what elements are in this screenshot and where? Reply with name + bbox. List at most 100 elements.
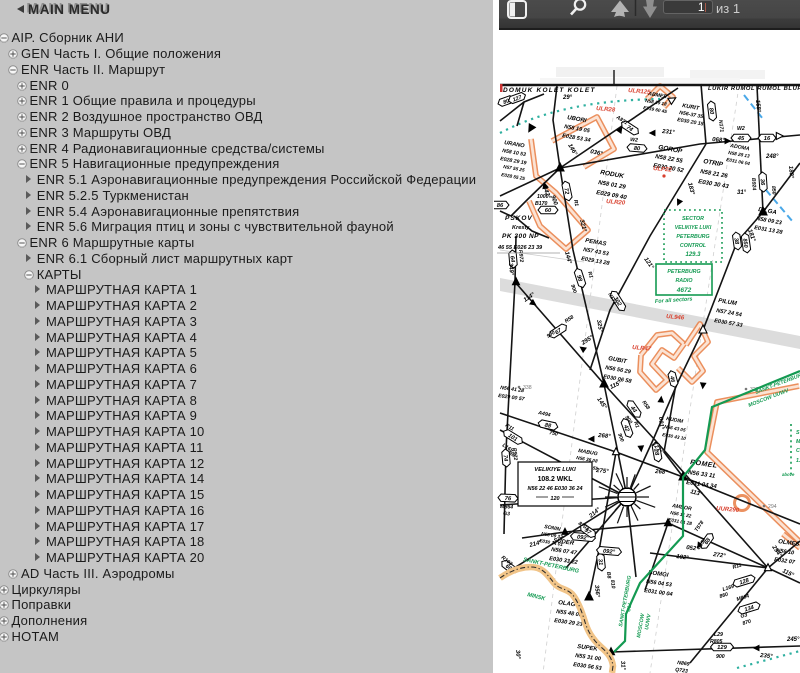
svg-text:750: 750: [549, 430, 559, 438]
svg-text:349°: 349°: [507, 263, 514, 276]
svg-text:60: 60: [545, 208, 552, 214]
svg-text:E029 13 28: E029 13 28: [581, 256, 611, 267]
svg-text:GOROP: GOROP: [658, 144, 684, 155]
svg-text:325°: 325°: [595, 319, 603, 333]
svg-text:S: S: [796, 430, 800, 436]
svg-text:B170: B170: [535, 201, 548, 207]
svg-text:ULR28: ULR28: [596, 106, 616, 114]
svg-text:M864: M864: [500, 504, 513, 511]
svg-text:860: 860: [719, 592, 729, 600]
svg-text:900: 900: [616, 433, 625, 443]
svg-text:338: 338: [523, 385, 532, 391]
svg-text:VELIKIYE LUKI: VELIKIYE LUKI: [534, 467, 576, 473]
svg-text:R1: R1: [632, 421, 640, 429]
svg-text:VELIKIYE LUKI: VELIKIYE LUKI: [675, 225, 712, 231]
svg-text:850: 850: [741, 238, 748, 248]
svg-text:Q723: Q723: [675, 667, 689, 673]
svg-text:810: 810: [609, 580, 616, 589]
svg-text:CONTROL: CONTROL: [680, 243, 706, 249]
svg-text:30°: 30°: [514, 650, 521, 660]
svg-text:DOMUK KOLET KOLET: DOMUK KOLET KOLET: [503, 87, 596, 94]
svg-text:For all sectors: For all sectors: [655, 296, 693, 305]
svg-text:145°: 145°: [595, 397, 607, 411]
svg-text:RADIO: RADIO: [675, 278, 693, 284]
svg-text:R972: R972: [511, 448, 518, 461]
svg-text:1.: 1.: [796, 458, 800, 464]
svg-text:ULR125: ULR125: [628, 88, 651, 96]
svg-text:ULR47: ULR47: [632, 345, 652, 353]
svg-text:N171: N171: [717, 120, 724, 133]
svg-text:76: 76: [505, 496, 513, 502]
svg-text:248°: 248°: [765, 154, 779, 160]
svg-text:M864: M864: [736, 593, 750, 603]
svg-text:16: 16: [764, 136, 771, 142]
svg-text:R972: R972: [517, 250, 524, 263]
svg-text:UBORI: UBORI: [567, 115, 587, 124]
svg-text:245°: 245°: [786, 637, 800, 643]
svg-text:158°: 158°: [754, 100, 761, 113]
svg-text:ULL: ULL: [626, 601, 634, 612]
svg-text:L29: L29: [714, 632, 723, 638]
svg-text:R58: R58: [564, 314, 575, 324]
svg-text:C: C: [796, 448, 800, 454]
svg-text:E032 07: E032 07: [774, 557, 796, 566]
svg-text:113°: 113°: [689, 489, 703, 498]
svg-text:268°: 268°: [654, 469, 668, 476]
svg-text:PETERBURG: PETERBURG: [667, 269, 700, 275]
svg-text:N58 21 26: N58 21 26: [700, 169, 729, 180]
svg-text:86: 86: [497, 203, 504, 209]
svg-text:PILUM: PILUM: [718, 298, 738, 307]
svg-text:L169: L169: [722, 584, 735, 593]
svg-text:E030 29 23: E030 29 23: [554, 618, 584, 628]
svg-text:102°: 102°: [676, 554, 690, 562]
svg-text:144°: 144°: [563, 251, 572, 265]
svg-text:45: 45: [737, 136, 745, 142]
svg-text:A494: A494: [537, 410, 551, 419]
svg-text:E031 13 28: E031 13 28: [754, 225, 784, 236]
svg-text:180°: 180°: [787, 166, 794, 179]
svg-text:N56 07 47: N56 07 47: [551, 547, 578, 557]
svg-text:B924: B924: [750, 178, 757, 191]
svg-text:N55 31 00: N55 31 00: [575, 653, 602, 663]
svg-text:31°: 31°: [619, 661, 626, 671]
svg-text:36: 36: [759, 179, 765, 187]
svg-text:MINSK: MINSK: [527, 592, 547, 602]
svg-text:31: 31: [596, 559, 603, 566]
svg-text:N56 22 46 E030 36 24: N56 22 46 E030 36 24: [527, 486, 582, 492]
svg-text:321°: 321°: [578, 219, 587, 233]
svg-text:GUBIT: GUBIT: [608, 356, 629, 365]
svg-text:N56 04 53: N56 04 53: [646, 579, 673, 589]
svg-text:R11: R11: [732, 562, 743, 570]
svg-text:235°: 235°: [759, 653, 773, 660]
svg-text:B8: B8: [605, 572, 612, 579]
svg-text:E028 55 25: E028 55 25: [501, 172, 526, 181]
svg-text:N57 24 54: N57 24 54: [716, 308, 743, 319]
svg-text:092°: 092°: [603, 549, 616, 556]
svg-text:294: 294: [768, 504, 777, 510]
svg-text:183°: 183°: [686, 182, 695, 196]
svg-text:N58 01 29: N58 01 29: [598, 180, 627, 191]
svg-text:46 55 E026 23 39: 46 55 E026 23 39: [497, 245, 543, 251]
svg-text:M: M: [796, 439, 800, 445]
svg-text:121°: 121°: [642, 257, 654, 271]
svg-text:29°: 29°: [562, 95, 573, 101]
svg-text:LUKIR RUMOL RUMOL BLUFA: LUKIR RUMOL RUMOL BLUFA: [708, 86, 800, 92]
svg-text:870: 870: [742, 619, 752, 627]
svg-text:108.2 WKL: 108.2 WKL: [538, 476, 573, 483]
svg-text:R1: R1: [572, 199, 579, 207]
svg-text:E030 30 43: E030 30 43: [698, 179, 730, 190]
svg-text:G3: G3: [503, 511, 510, 517]
svg-text:PEMAS: PEMAS: [585, 238, 607, 248]
svg-text:T578: T578: [694, 520, 706, 533]
svg-text:129: 129: [717, 645, 727, 651]
svg-text:146°: 146°: [566, 143, 578, 157]
svg-text:SECTOR: SECTOR: [682, 216, 704, 222]
svg-text:PETERBURG: PETERBURG: [676, 234, 709, 240]
svg-text:E030 56 53: E030 56 53: [573, 662, 603, 672]
svg-text:068°: 068°: [712, 137, 725, 144]
svg-text:RODUK: RODUK: [600, 169, 626, 180]
svg-text:PK 300 NP: PK 300 NP: [502, 233, 539, 240]
svg-text:129.3: 129.3: [685, 252, 701, 258]
svg-text:Kresty: Kresty: [512, 225, 530, 231]
svg-text:052°: 052°: [686, 545, 700, 553]
